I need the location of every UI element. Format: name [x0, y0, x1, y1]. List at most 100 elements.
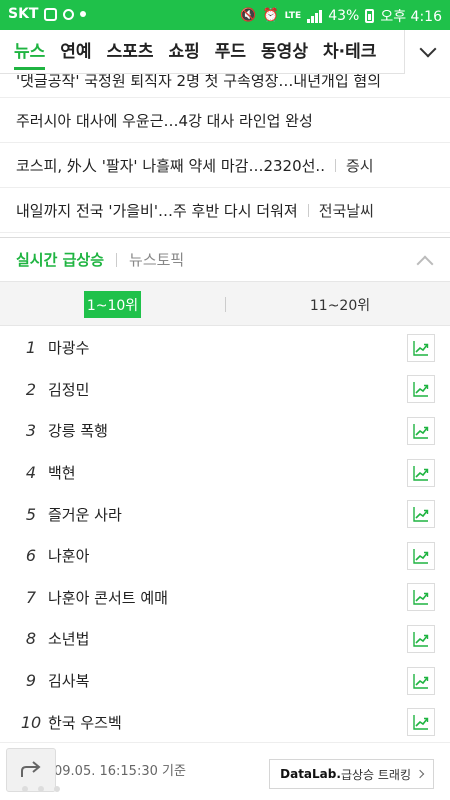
- battery-icon: [365, 9, 375, 23]
- rank-keyword[interactable]: 마광수: [48, 337, 89, 358]
- rank-number: 2: [25, 379, 37, 399]
- rank-keyword[interactable]: 소년법: [48, 628, 89, 649]
- realtime-header: 실시간 급상승 뉴스토픽: [0, 237, 450, 281]
- rank-keyword[interactable]: 즐거운 사라: [48, 504, 122, 525]
- trend-chart-button[interactable]: [407, 583, 435, 612]
- page-indicator: [22, 786, 60, 792]
- trend-chart-icon: [413, 590, 429, 606]
- trend-chart-button[interactable]: [407, 666, 435, 695]
- trend-chart-button[interactable]: [407, 500, 435, 529]
- rank-range-tabs: 1~10위 11~20위: [0, 281, 450, 326]
- trend-chart-button[interactable]: [407, 708, 435, 737]
- headline-title: 주러시아 대사에 우윤근…4강 대사 라인업 완성: [16, 111, 313, 130]
- tab-shopping[interactable]: 쇼핑: [168, 30, 199, 74]
- circle-icon: [80, 11, 87, 17]
- headline-item[interactable]: 주러시아 대사에 우윤근…4강 대사 라인업 완성: [0, 98, 450, 143]
- ranking-row[interactable]: 10 한국 우즈벡: [0, 701, 450, 743]
- trend-chart-icon: [413, 631, 429, 647]
- tab-video[interactable]: 동영상: [261, 30, 308, 74]
- rank-number: 1: [25, 338, 37, 358]
- ranking-timestamp: 09.05. 16:15:30 기준: [54, 764, 186, 779]
- headline-list: '댓글공작' 국정원 퇴직자 2명 첫 구속영장…내년개입 혐의 주러시아 대사…: [0, 74, 450, 233]
- rank-keyword[interactable]: 백현: [48, 462, 76, 483]
- rank-keyword[interactable]: 나훈아 콘서트 예매: [48, 587, 168, 608]
- download-icon: [44, 7, 58, 21]
- divider: [307, 203, 309, 217]
- trend-chart-icon: [413, 340, 429, 356]
- rank-number: 10: [20, 712, 42, 732]
- tab-news[interactable]: 뉴스: [14, 30, 46, 74]
- ranking-row[interactable]: 5 즐거운 사라: [0, 493, 450, 535]
- divider: [116, 252, 118, 267]
- headline-category[interactable]: 증시: [346, 155, 374, 176]
- collapse-button[interactable]: [414, 252, 436, 273]
- trend-chart-button[interactable]: [407, 624, 435, 653]
- signal-icon: [307, 9, 323, 23]
- page-dot: [38, 786, 44, 792]
- rank-keyword[interactable]: 김정민: [48, 379, 89, 400]
- ranking-row[interactable]: 3 강릉 폭행: [0, 410, 450, 452]
- datalab-brand: DataLab.: [280, 767, 341, 781]
- trend-chart-icon: [413, 465, 429, 481]
- chevron-down-icon: [419, 40, 436, 58]
- mute-icon: 🔇: [240, 8, 257, 23]
- battery-percent: 43%: [328, 8, 360, 24]
- datalab-tracking-button[interactable]: DataLab. 급상승 트래킹: [269, 759, 434, 789]
- page-dot: [22, 786, 28, 792]
- trend-chart-button[interactable]: [407, 375, 435, 404]
- network-label: LTE: [284, 11, 302, 21]
- refresh-icon: [63, 8, 75, 20]
- rank-number: 7: [25, 587, 37, 607]
- ranking-row[interactable]: 1 마광수: [0, 327, 450, 369]
- ranking-row[interactable]: 7 나훈아 콘서트 예매: [0, 577, 450, 619]
- range-tab-11-20[interactable]: 11~20위: [300, 291, 380, 318]
- ranking-list: 1 마광수 2 김정민 3 강릉 폭행 4 백현 5 즐거운 사라 6 나훈아 …: [0, 327, 450, 743]
- ranking-footer: 09.05. 16:15:30 기준 DataLab. 급상승 트래킹: [0, 742, 450, 800]
- rank-number: 9: [25, 671, 37, 691]
- divider: [225, 297, 226, 312]
- share-icon: [21, 761, 41, 777]
- trend-chart-icon: [413, 548, 429, 564]
- trend-chart-button[interactable]: [407, 541, 435, 570]
- tab-sports[interactable]: 스포츠: [107, 30, 154, 74]
- chevron-right-icon: [415, 769, 425, 779]
- carrier-label: SKT: [8, 6, 39, 22]
- rank-number: 3: [25, 421, 37, 441]
- ranking-row[interactable]: 4 백현: [0, 452, 450, 494]
- rank-number: 6: [25, 546, 37, 566]
- rank-keyword[interactable]: 나훈아: [48, 545, 89, 566]
- trend-chart-icon: [413, 507, 429, 522]
- clock: 오후 4:16: [380, 9, 442, 25]
- status-bar: SKT 🔇 ⏰ LTE 43% 오후 4:16: [0, 0, 450, 30]
- top-nav: 뉴스 연예 스포츠 쇼핑 푸드 동영상 차·테크: [0, 30, 450, 74]
- rank-keyword[interactable]: 김사복: [48, 670, 89, 691]
- datalab-label: 급상승 트래킹: [340, 767, 411, 782]
- headline-item[interactable]: 내일까지 전국 '가을비'…주 후반 다시 더워져 전국날씨: [0, 188, 450, 233]
- more-tabs-button[interactable]: [404, 30, 450, 74]
- headline-category[interactable]: 전국날씨: [319, 200, 374, 221]
- headline-title: 코스피, 外人 '팔자' 나흘째 약세 마감…2320선..: [16, 156, 325, 175]
- trend-chart-button[interactable]: [407, 458, 435, 487]
- trend-chart-icon: [413, 382, 429, 398]
- ranking-row[interactable]: 8 소년법: [0, 618, 450, 660]
- rank-number: 4: [25, 463, 37, 483]
- tab-news-topic[interactable]: 뉴스토픽: [129, 249, 184, 270]
- headline-title: 내일까지 전국 '가을비'…주 후반 다시 더워져: [16, 201, 298, 220]
- tab-food[interactable]: 푸드: [215, 30, 246, 74]
- headline-item[interactable]: '댓글공작' 국정원 퇴직자 2명 첫 구속영장…내년개입 혐의: [0, 74, 450, 98]
- trend-chart-button[interactable]: [407, 333, 435, 362]
- divider: [334, 158, 336, 172]
- trend-chart-button[interactable]: [407, 416, 435, 445]
- rank-keyword[interactable]: 한국 우즈벡: [48, 712, 122, 733]
- trend-chart-icon: [413, 673, 429, 689]
- ranking-row[interactable]: 6 나훈아: [0, 535, 450, 577]
- headline-item[interactable]: 코스피, 外人 '팔자' 나흘째 약세 마감…2320선.. 증시: [0, 143, 450, 188]
- tab-realtime-rising[interactable]: 실시간 급상승: [16, 249, 104, 270]
- rank-keyword[interactable]: 강릉 폭행: [48, 420, 108, 441]
- tab-entertainment[interactable]: 연예: [60, 30, 91, 74]
- range-tab-1-10[interactable]: 1~10위: [84, 291, 141, 318]
- tab-car-tech[interactable]: 차·테크: [323, 30, 376, 74]
- headline-title: '댓글공작' 국정원 퇴직자 2명 첫 구속영장…내년개입 혐의: [16, 74, 382, 90]
- ranking-row[interactable]: 2 김정민: [0, 369, 450, 411]
- ranking-row[interactable]: 9 김사복: [0, 660, 450, 702]
